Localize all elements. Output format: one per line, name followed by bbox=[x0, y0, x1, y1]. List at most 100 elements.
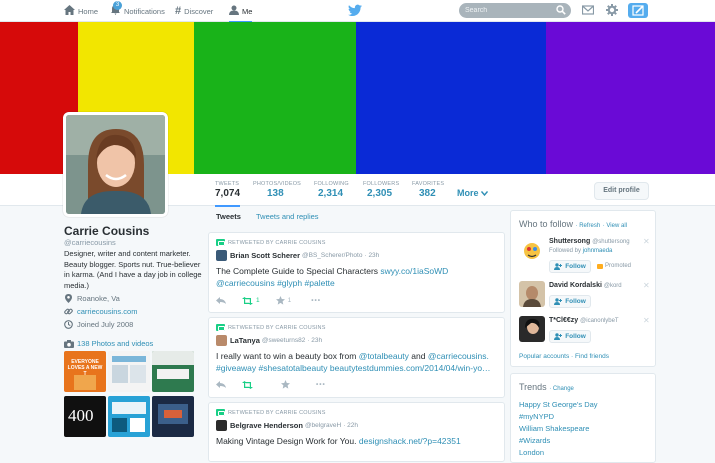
nav-discover[interactable]: # Discover bbox=[175, 3, 213, 19]
stat-favorites[interactable]: FAVORITES 382 bbox=[412, 181, 444, 199]
stat-tweets[interactable]: TWEETS 7,074 bbox=[215, 181, 241, 207]
suggestion-avatar[interactable] bbox=[519, 237, 545, 263]
tweet-timestamp[interactable]: · 22h bbox=[343, 422, 358, 429]
dismiss-icon[interactable]: ✕ bbox=[643, 281, 650, 290]
search-input[interactable] bbox=[465, 5, 555, 16]
tweet-mention[interactable]: @carriecousins. bbox=[428, 351, 489, 361]
tweet-handle[interactable]: @belgraveH bbox=[305, 422, 341, 429]
stat-value: 2,314 bbox=[318, 188, 344, 199]
tweet-handle[interactable]: @BS_Scherer/Photo bbox=[302, 252, 362, 259]
follow-button[interactable]: Follow bbox=[549, 330, 591, 343]
tab-tweets[interactable]: Tweets bbox=[216, 212, 241, 221]
dismiss-icon[interactable]: ✕ bbox=[643, 237, 650, 246]
profile-avatar[interactable] bbox=[63, 112, 168, 217]
profile-handle: @carriecousins bbox=[64, 238, 116, 247]
tweet-avatar[interactable] bbox=[216, 250, 227, 261]
tweet-author[interactable]: Brian Scott Scherer bbox=[230, 251, 300, 260]
tweet-link[interactable]: swyy.co/1iaSoWD bbox=[380, 266, 448, 276]
tweet-mention[interactable]: @totalbeauty bbox=[359, 351, 409, 361]
dismiss-icon[interactable]: ✕ bbox=[643, 316, 650, 325]
popular-accounts-link[interactable]: Popular accounts bbox=[519, 353, 569, 360]
add-user-icon bbox=[554, 263, 563, 270]
compose-tweet-button[interactable] bbox=[628, 3, 648, 18]
stat-photos-videos[interactable]: PHOTOS/VIDEOS 138 bbox=[253, 181, 301, 199]
edit-profile-button[interactable]: Edit profile bbox=[594, 182, 649, 200]
tweet-card[interactable]: RETWEETED BY CARRIE COUSINS LaTanya @swe… bbox=[208, 317, 505, 398]
retweet-icon bbox=[216, 409, 225, 416]
tweet-mention[interactable]: @carriecousins bbox=[216, 278, 275, 288]
tweet-author[interactable]: LaTanya bbox=[230, 336, 260, 345]
follow-button[interactable]: Follow bbox=[549, 260, 591, 273]
trend-item[interactable]: #Wizards bbox=[519, 436, 550, 445]
tweet-avatar[interactable] bbox=[216, 420, 227, 431]
suggestion-avatar[interactable] bbox=[519, 281, 545, 307]
tweet-card[interactable]: RETWEETED BY CARRIE COUSINS Belgrave Hen… bbox=[208, 402, 505, 462]
tweet-hashtag[interactable]: #giveaway bbox=[216, 363, 256, 373]
tab-tweets-and-replies[interactable]: Tweets and replies bbox=[256, 212, 319, 221]
stat-followers[interactable]: FOLLOWERS 2,305 bbox=[363, 181, 399, 199]
suggestion-name-line[interactable]: David Kordalski @kord bbox=[549, 282, 622, 289]
favorite-action[interactable] bbox=[281, 380, 290, 389]
tweet-handle[interactable]: @sweeturns82 bbox=[262, 337, 305, 344]
suggestion-name-line[interactable]: T*Cl€€zy @icanonlybeT bbox=[549, 317, 619, 324]
trend-item[interactable]: Happy St George's Day bbox=[519, 400, 598, 409]
view-all-link[interactable]: · View all bbox=[603, 223, 627, 229]
website-link[interactable]: carriecousins.com bbox=[77, 307, 137, 316]
change-trends-link[interactable]: · Change bbox=[549, 386, 574, 392]
search-icon[interactable] bbox=[556, 5, 566, 15]
nav-notifications[interactable]: 3 Notifications bbox=[110, 1, 165, 19]
suggestion-avatar[interactable] bbox=[519, 316, 545, 342]
favorite-action[interactable]: 1 bbox=[275, 296, 292, 305]
location-text: Roanoke, Va bbox=[77, 294, 120, 303]
top-navigation: Home 3 Notifications # Discover Me bbox=[0, 0, 715, 23]
tweet-hashtag[interactable]: #glyph bbox=[277, 278, 302, 288]
stat-label: FAVORITES bbox=[412, 181, 445, 187]
followed-by-user[interactable]: johnmaeda bbox=[583, 248, 613, 254]
retweet-action[interactable]: 1 bbox=[242, 296, 260, 305]
retweet-action-icon bbox=[242, 380, 253, 389]
photo-thumbnail[interactable] bbox=[108, 396, 150, 437]
tweet-timestamp[interactable]: · 23h bbox=[307, 337, 322, 344]
photo-thumbnail[interactable] bbox=[152, 351, 194, 392]
gear-icon[interactable] bbox=[606, 4, 618, 16]
stat-following[interactable]: FOLLOWING 2,314 bbox=[314, 181, 349, 199]
trend-item[interactable]: #myNYPD bbox=[519, 412, 554, 421]
photo-thumbnail[interactable] bbox=[108, 351, 150, 392]
more-dropdown[interactable]: More bbox=[457, 188, 489, 198]
nav-me[interactable]: Me bbox=[229, 3, 253, 23]
tweet-avatar[interactable] bbox=[216, 335, 227, 346]
hashtag-icon: # bbox=[175, 4, 182, 17]
chevron-down-icon bbox=[480, 191, 489, 197]
tweet-link[interactable]: beautytestdummies.com/2014/04/win-yo… bbox=[330, 363, 491, 373]
follow-button[interactable]: Follow bbox=[549, 295, 591, 308]
messages-icon[interactable] bbox=[582, 4, 594, 16]
refresh-link[interactable]: · Refresh bbox=[576, 223, 601, 229]
trend-item[interactable]: London bbox=[519, 448, 544, 457]
nav-home[interactable]: Home bbox=[64, 3, 98, 19]
tweet-hashtag[interactable]: #shesatotalbeauty bbox=[259, 363, 328, 373]
retweet-action[interactable] bbox=[242, 380, 253, 389]
stat-value: 2,305 bbox=[367, 188, 393, 199]
trend-item[interactable]: William Shakespeare bbox=[519, 424, 589, 433]
photo-thumbnail[interactable]: 400 bbox=[64, 396, 106, 437]
tweet-card[interactable]: RETWEETED BY CARRIE COUSINS Brian Scott … bbox=[208, 232, 505, 313]
tweet-hashtag[interactable]: #palette bbox=[305, 278, 335, 288]
tweet-timestamp[interactable]: · 23h bbox=[364, 252, 379, 259]
calendar-icon bbox=[64, 320, 73, 329]
more-options-icon[interactable]: ••• bbox=[311, 297, 321, 304]
more-options-icon[interactable]: ••• bbox=[316, 381, 326, 388]
tweet-link[interactable]: designshack.net/?p=42351 bbox=[359, 436, 461, 446]
star-icon bbox=[281, 380, 290, 389]
photo-thumbnail[interactable]: EVERYONE LOVES A NEW T bbox=[64, 351, 106, 392]
reply-icon[interactable] bbox=[216, 297, 226, 304]
nav-me-label: Me bbox=[242, 6, 253, 16]
suggestion-name-line[interactable]: Shuttersong @shuttersong bbox=[549, 238, 630, 245]
twitter-bird-icon[interactable] bbox=[348, 4, 362, 17]
photos-and-videos-link[interactable]: 138 Photos and videos bbox=[64, 339, 153, 348]
favorite-count: 1 bbox=[287, 297, 292, 304]
reply-icon[interactable] bbox=[216, 381, 226, 388]
profile-website: carriecousins.com bbox=[64, 307, 137, 316]
photo-thumbnail[interactable] bbox=[152, 396, 194, 437]
tweet-author[interactable]: Belgrave Henderson bbox=[230, 421, 303, 430]
find-friends-link[interactable]: · Find friends bbox=[571, 353, 609, 360]
